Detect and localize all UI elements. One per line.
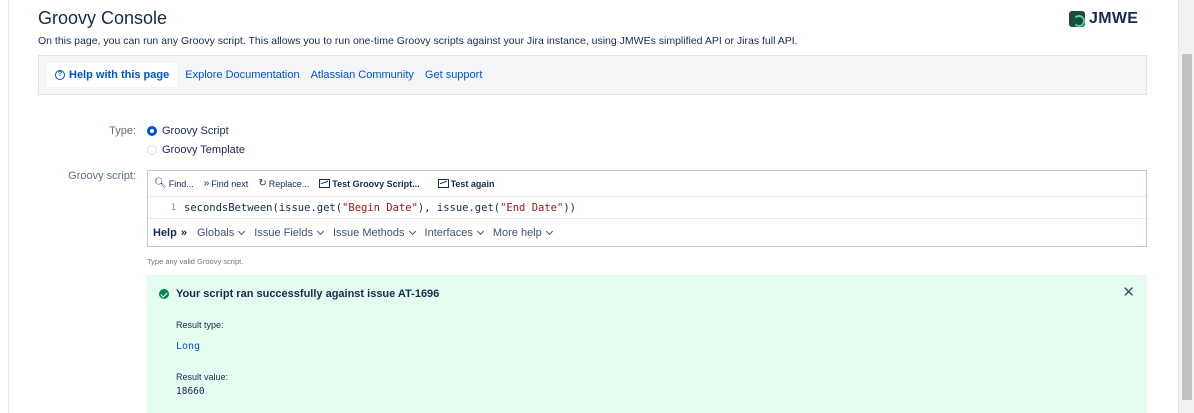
issue-fields-menu[interactable]: Issue Fields: [254, 227, 325, 239]
script-editor[interactable]: 🔍︎ Find... » Find next ↻ Replace... Test…: [147, 170, 1147, 247]
brand-name: JMWE: [1089, 10, 1139, 27]
radio-groovy-script[interactable]: Groovy Script: [147, 125, 229, 137]
question-circle-icon: ?: [55, 70, 65, 80]
chevron-down-icon: [316, 227, 325, 235]
page-description: On this page, you can run any Groovy scr…: [38, 35, 798, 47]
editor-help-menu: Help » Globals Issue Fields Issue Method…: [148, 219, 1146, 246]
result-type-label: Result type:: [176, 320, 224, 330]
help-menu-label: Help »: [153, 226, 187, 239]
chevron-down-icon: [238, 227, 246, 235]
scrollbar-thumb[interactable]: [1182, 54, 1192, 400]
radio-unselected-icon[interactable]: [147, 145, 157, 155]
radio-groovy-script-label: Groovy Script: [162, 125, 229, 137]
result-panel: Your script ran successfully against iss…: [147, 275, 1147, 413]
result-value-label: Result value:: [176, 372, 229, 382]
line-number: 1: [170, 202, 176, 213]
groovy-script-label: Groovy script:: [68, 170, 136, 182]
double-chevron-right-icon: »: [180, 226, 187, 239]
help-bar: ? Help with this page Explore Documentat…: [38, 55, 1147, 95]
result-value: 18660: [176, 386, 205, 397]
radio-selected-icon[interactable]: [147, 126, 157, 136]
more-help-menu[interactable]: More help: [493, 227, 553, 239]
chart-icon: [437, 179, 449, 188]
radio-groovy-template-label: Groovy Template: [162, 144, 245, 156]
result-header: Your script ran successfully against iss…: [159, 288, 439, 300]
test-again-button[interactable]: Test again: [437, 179, 494, 189]
vertical-scrollbar[interactable]: [1178, 0, 1194, 413]
atlassian-community-link[interactable]: Atlassian Community: [311, 69, 414, 81]
type-label: Type:: [109, 125, 136, 137]
chart-icon: [319, 179, 331, 188]
radio-groovy-template[interactable]: Groovy Template: [147, 144, 245, 156]
get-support-link[interactable]: Get support: [425, 69, 482, 81]
issue-methods-menu[interactable]: Issue Methods: [333, 227, 416, 239]
jmwe-logo-icon: [1069, 11, 1085, 27]
test-groovy-script-button[interactable]: Test Groovy Script...: [319, 179, 420, 189]
code-text[interactable]: secondsBetween(issue.get("Begin Date"), …: [184, 202, 576, 214]
globals-menu[interactable]: Globals: [197, 227, 246, 239]
code-line[interactable]: 1 secondsBetween(issue.get("Begin Date")…: [148, 197, 1146, 219]
explore-documentation-link[interactable]: Explore Documentation: [185, 69, 299, 81]
help-with-page-button[interactable]: ? Help with this page: [47, 63, 178, 87]
page-left-border: [8, 0, 9, 413]
interfaces-menu[interactable]: Interfaces: [425, 227, 484, 239]
result-type-value: Long: [176, 341, 201, 352]
double-chevron-right-icon: »: [203, 178, 210, 189]
find-next-button[interactable]: » Find next: [204, 178, 249, 189]
brand-logo: JMWE: [1069, 10, 1138, 28]
result-message: Your script ran successfully against iss…: [176, 288, 440, 300]
check-circle-icon: [159, 289, 169, 299]
replace-button[interactable]: ↻ Replace...: [258, 178, 309, 189]
script-hint: Type any valid Groovy script.: [147, 257, 244, 266]
page-title: Groovy Console: [38, 8, 168, 28]
help-with-page-label: Help with this page: [69, 69, 170, 81]
search-icon: 🔍︎: [154, 178, 167, 189]
editor-toolbar: 🔍︎ Find... » Find next ↻ Replace... Test…: [148, 171, 1146, 197]
chevron-down-icon: [545, 227, 553, 235]
chevron-down-icon: [476, 227, 484, 235]
close-icon[interactable]: ✕: [1122, 285, 1135, 300]
chevron-down-icon: [408, 227, 416, 235]
swap-icon: ↻: [258, 178, 267, 189]
find-button[interactable]: 🔍︎ Find...: [154, 178, 194, 189]
